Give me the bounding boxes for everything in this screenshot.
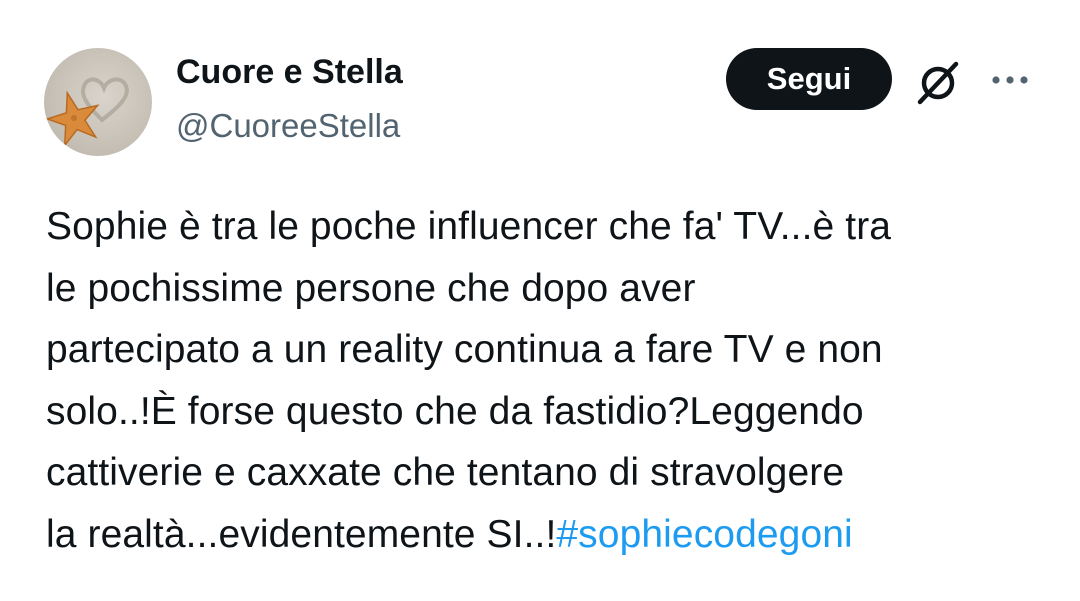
avatar-image bbox=[44, 77, 129, 148]
follow-button[interactable]: Segui bbox=[726, 48, 892, 110]
hashtag-link[interactable]: #sophiecodegoni bbox=[556, 513, 852, 556]
tweet-text: Sophie è tra le poche influencer che fa'… bbox=[46, 196, 1046, 565]
tweet-body: Sophie è tra le poche influencer che fa'… bbox=[46, 205, 892, 556]
author-handle[interactable]: @CuoreeStella bbox=[176, 106, 400, 146]
avatar[interactable] bbox=[44, 48, 152, 156]
author-display-name[interactable]: Cuore e Stella bbox=[176, 52, 403, 92]
more-dots-icon[interactable] bbox=[990, 68, 1030, 92]
grok-icon[interactable] bbox=[912, 56, 964, 108]
tweet-card: Cuore e Stella @CuoreeStella Segui Sophi… bbox=[0, 0, 1080, 601]
